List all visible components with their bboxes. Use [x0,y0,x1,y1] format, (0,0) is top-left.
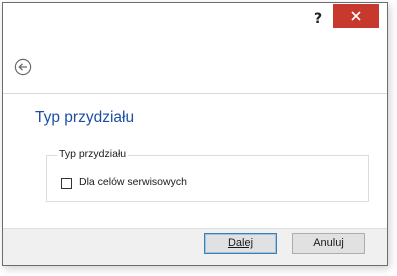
next-button-label: Dalej [227,237,254,249]
cancel-button-label: Anuluj [313,237,344,249]
next-button[interactable]: Dalej [204,233,277,254]
page-title: Typ przydziału [35,109,135,126]
button-bar: Dalej Anuluj [3,228,387,265]
service-purpose-checkbox-label[interactable]: Dla celów serwisowych [79,176,187,188]
assignment-type-group: Typ przydziału Dla celów serwisowych [46,148,369,202]
close-icon [351,11,361,21]
group-legend: Typ przydziału [57,148,129,160]
content-area: Typ przydziału Typ przydziału Dla celów … [3,93,387,228]
cancel-button[interactable]: Anuluj [292,233,365,254]
close-button[interactable] [333,4,379,28]
navigation-row [3,35,387,93]
back-button[interactable] [14,58,32,76]
service-purpose-checkbox[interactable] [61,178,72,189]
back-arrow-icon [14,58,32,76]
title-bar: ? [3,3,387,35]
help-button[interactable]: ? [307,9,329,29]
dialog-window: ? Typ przydziału Typ przydziału Dla celó… [2,2,388,266]
